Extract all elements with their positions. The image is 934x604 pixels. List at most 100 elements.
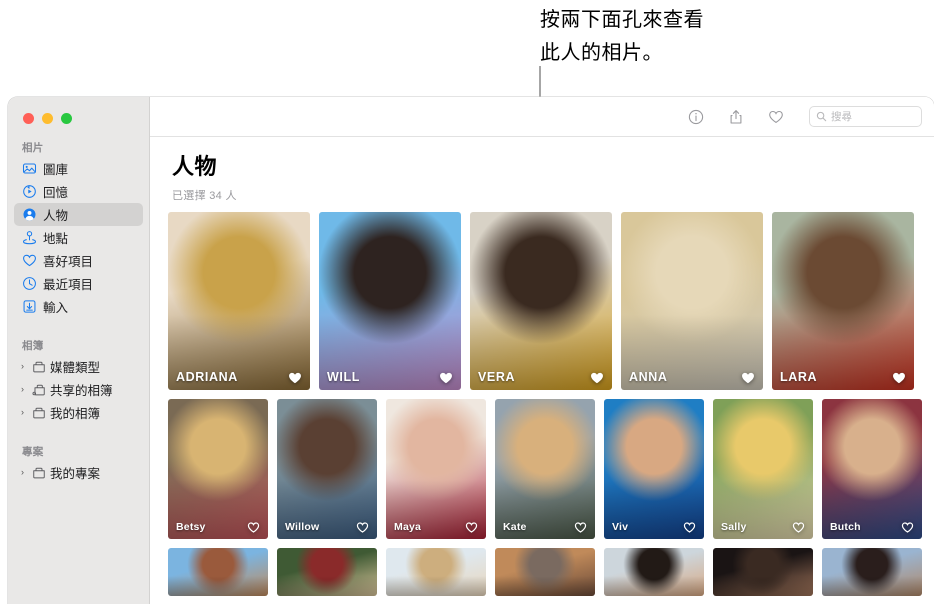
places-pin-icon [22, 230, 37, 245]
folder-icon [31, 465, 46, 480]
sidebar-item-shared-folder-icon[interactable]: › 共享的相簿 [14, 378, 143, 401]
favorite-heart-icon[interactable] [767, 108, 785, 126]
person-tile[interactable] [168, 548, 268, 596]
search-icon [816, 111, 827, 122]
person-tile[interactable] [604, 548, 704, 596]
person-tile[interactable] [822, 548, 922, 596]
favorite-filled-icon[interactable] [590, 371, 604, 385]
import-icon [22, 299, 37, 314]
person-tile[interactable] [277, 548, 377, 596]
sidebar-item-memories-icon[interactable]: 回憶 [14, 180, 143, 203]
favorite-filled-icon[interactable] [741, 371, 755, 385]
sidebar-section-header: 相片 [22, 142, 44, 154]
sidebar-item-label: 輸入 [43, 301, 69, 315]
chevron-right-icon[interactable]: › [18, 385, 27, 394]
sidebar-item-photos-library-icon[interactable]: 圖庫 [14, 157, 143, 180]
person-tile[interactable]: LARA [772, 212, 914, 390]
favorite-filled-icon[interactable] [288, 371, 302, 385]
person-tile[interactable]: Viv [604, 399, 704, 539]
people-grid: ADRIANA WILL VERA ANNA LARA Betsy Willow Maya Ka… [150, 203, 934, 604]
person-name-label: Butch [830, 521, 861, 533]
person-name-label: WILL [327, 370, 360, 384]
favorite-outline-icon[interactable] [574, 521, 587, 534]
folder-icon [31, 359, 46, 374]
favorite-outline-icon[interactable] [683, 521, 696, 534]
window-traffic-lights [8, 105, 149, 124]
person-tile[interactable]: Sally [713, 399, 813, 539]
person-name-label: ANNA [629, 370, 668, 384]
memories-icon [22, 184, 37, 199]
page-title: 人物 [172, 154, 218, 179]
annotation-callout-text: 按兩下面孔來查看 此人的相片。 [540, 9, 704, 64]
sidebar-item-label: 喜好項目 [43, 255, 94, 269]
sidebar-item-folder-icon[interactable]: › 我的相簿 [14, 401, 143, 424]
person-tile[interactable]: WILL [319, 212, 461, 390]
sidebar-item-import-icon[interactable]: 輸入 [14, 295, 143, 318]
sidebar-item-clock-icon[interactable]: 最近項目 [14, 272, 143, 295]
person-name-label: VERA [478, 370, 516, 384]
tile-gradient-overlay [386, 575, 486, 596]
favorite-outline-icon[interactable] [792, 521, 805, 534]
sidebar-item-label: 我的相簿 [50, 407, 101, 421]
person-tile[interactable] [495, 548, 595, 596]
favorite-outline-icon[interactable] [356, 521, 369, 534]
info-icon[interactable] [687, 108, 705, 126]
people-row-3-partial [168, 548, 934, 596]
page-header: 人物 已選擇 34 人 [150, 137, 934, 203]
search-input[interactable]: 搜尋 [809, 106, 922, 127]
person-tile[interactable]: Maya [386, 399, 486, 539]
person-tile[interactable]: Willow [277, 399, 377, 539]
person-tile[interactable]: Betsy [168, 399, 268, 539]
person-tile[interactable]: Kate [495, 399, 595, 539]
chevron-right-icon[interactable]: › [18, 362, 27, 371]
tile-gradient-overlay [277, 575, 377, 596]
toolbar: 搜尋 [150, 97, 934, 137]
person-tile[interactable] [386, 548, 486, 596]
person-name-label: Kate [503, 521, 527, 533]
person-tile[interactable] [713, 548, 813, 596]
content-area: 搜尋 人物 已選擇 34 人 ADRIANA WILL VERA ANNA LARA Be… [150, 97, 934, 604]
people-icon [22, 207, 37, 222]
favorite-outline-icon[interactable] [901, 521, 914, 534]
favorite-outline-icon[interactable] [247, 521, 260, 534]
featured-row: ADRIANA WILL VERA ANNA LARA [168, 212, 934, 390]
sidebar-section-header: 專案 [22, 446, 44, 458]
chevron-right-icon[interactable]: › [18, 408, 27, 417]
sidebar-item-places-pin-icon[interactable]: 地點 [14, 226, 143, 249]
person-tile[interactable]: ANNA [621, 212, 763, 390]
tile-gradient-overlay [495, 575, 595, 596]
person-name-label: Betsy [176, 521, 206, 533]
favorite-filled-icon[interactable] [892, 371, 906, 385]
people-row-2: Betsy Willow Maya Kate Viv Sally Butch [168, 399, 934, 539]
sidebar-item-folder-icon[interactable]: › 媒體類型 [14, 355, 143, 378]
sidebar-item-label: 地點 [43, 232, 69, 246]
photos-app-window: 相片 圖庫 回憶 人物 地點 喜好項目 最近項目 輸入 相簿 › 媒體類型 › 共享的相簿 › 我的相簿 專案… [8, 97, 934, 604]
sidebar-item-people-icon[interactable]: 人物 [14, 203, 143, 226]
favorite-filled-icon[interactable] [439, 371, 453, 385]
person-name-label: Willow [285, 521, 320, 533]
person-name-label: LARA [780, 370, 818, 384]
close-window-button[interactable] [23, 113, 34, 124]
person-name-label: Viv [612, 521, 629, 533]
clock-icon [22, 276, 37, 291]
person-tile[interactable]: Butch [822, 399, 922, 539]
sidebar-item-label: 圖庫 [43, 163, 69, 177]
sidebar-item-label: 我的專案 [50, 467, 101, 481]
zoom-window-button[interactable] [61, 113, 72, 124]
person-name-label: Maya [394, 521, 422, 533]
chevron-right-icon[interactable]: › [18, 468, 27, 477]
sidebar-item-label: 回憶 [43, 186, 69, 200]
share-icon[interactable] [727, 108, 745, 126]
minimize-window-button[interactable] [42, 113, 53, 124]
sidebar-item-folder-icon[interactable]: › 我的專案 [14, 461, 143, 484]
sidebar-item-label: 共享的相簿 [50, 384, 113, 398]
sidebar-item-heart-icon[interactable]: 喜好項目 [14, 249, 143, 272]
tile-gradient-overlay [713, 575, 813, 596]
sidebar-item-label: 人物 [43, 209, 69, 223]
sidebar: 相片 圖庫 回憶 人物 地點 喜好項目 最近項目 輸入 相簿 › 媒體類型 › 共享的相簿 › 我的相簿 專案… [8, 97, 150, 604]
favorite-outline-icon[interactable] [465, 521, 478, 534]
person-tile[interactable]: ADRIANA [168, 212, 310, 390]
person-tile[interactable]: VERA [470, 212, 612, 390]
sidebar-item-label: 媒體類型 [50, 361, 101, 375]
person-name-label: ADRIANA [176, 370, 238, 384]
